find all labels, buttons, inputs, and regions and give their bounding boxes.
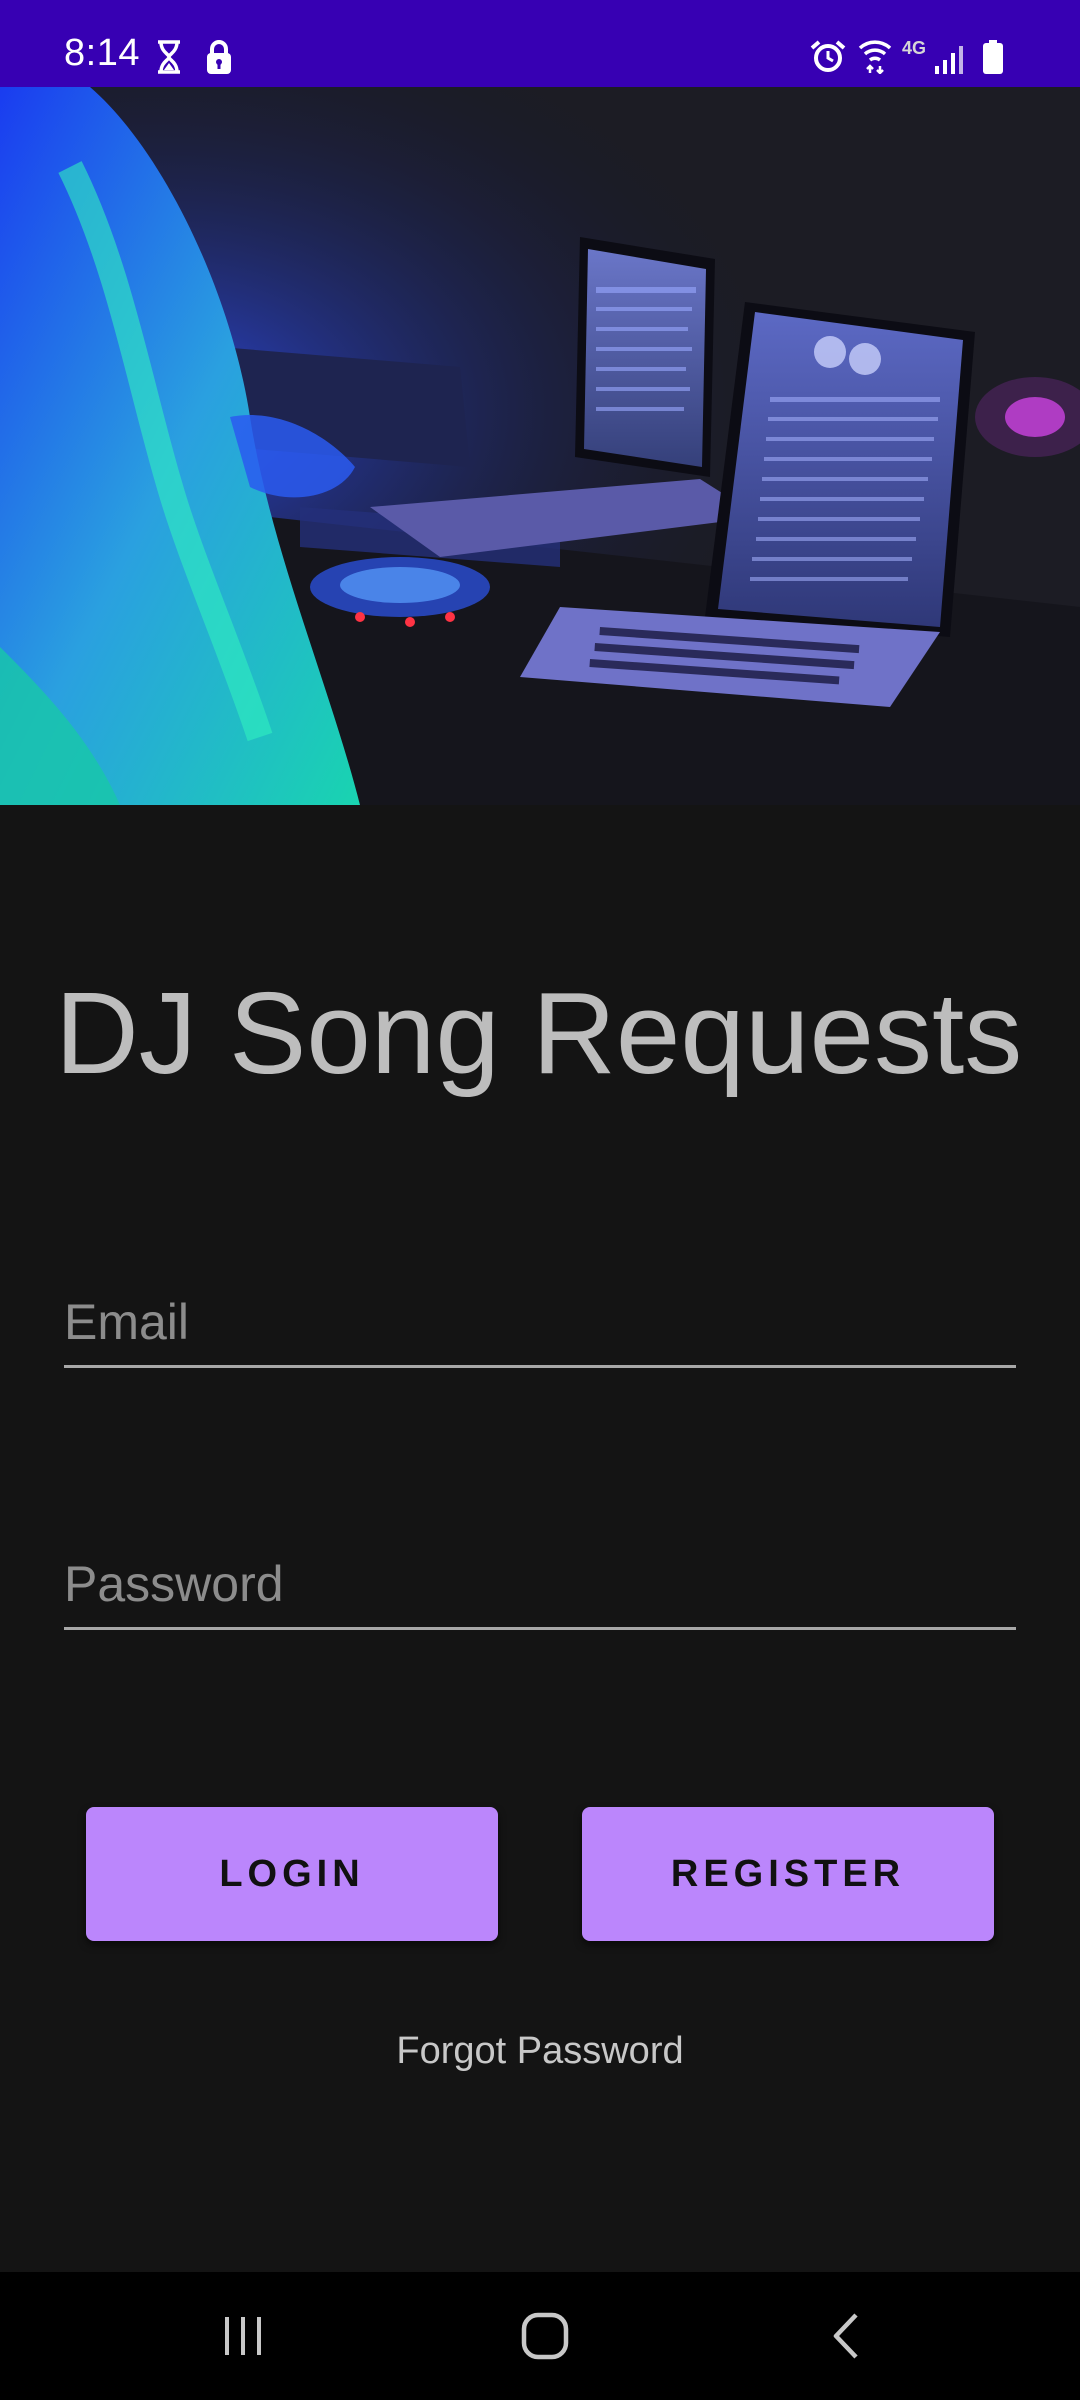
back-icon	[833, 2313, 858, 2359]
alarm-icon	[810, 40, 846, 72]
status-right-icons: 4G	[810, 38, 1020, 74]
wifi-icon	[858, 40, 892, 74]
recent-apps-icon	[225, 2317, 261, 2355]
signal-icon	[935, 46, 963, 74]
login-screen: 8:14 4G DJ Song Requests Email LOGIN REG…	[0, 0, 1080, 2400]
email-field[interactable]	[64, 1293, 1016, 1351]
back-button[interactable]	[786, 2296, 906, 2376]
login-button[interactable]: LOGIN	[86, 1807, 498, 1941]
hourglass-icon	[158, 40, 180, 74]
password-field-container	[64, 1537, 1016, 1630]
network-type-label: 4G	[902, 38, 927, 58]
navigation-bar	[0, 2272, 1080, 2400]
dj-laptops-photo	[0, 87, 1080, 805]
password-field[interactable]	[64, 1555, 1016, 1613]
status-bar: 8:14 4G	[0, 0, 1080, 87]
recent-apps-button[interactable]	[183, 2296, 303, 2376]
hero-image	[0, 87, 1080, 805]
app-title: DJ Song Requests	[55, 968, 1023, 1098]
email-field-container	[64, 1275, 1016, 1368]
lock-icon	[207, 40, 231, 74]
home-icon	[521, 2312, 569, 2360]
battery-icon	[983, 40, 1003, 74]
register-button[interactable]: REGISTER	[582, 1807, 994, 1941]
status-time: 8:14	[64, 32, 140, 74]
home-button[interactable]	[485, 2296, 605, 2376]
forgot-password-link[interactable]: Forgot Password	[0, 2030, 1080, 2073]
